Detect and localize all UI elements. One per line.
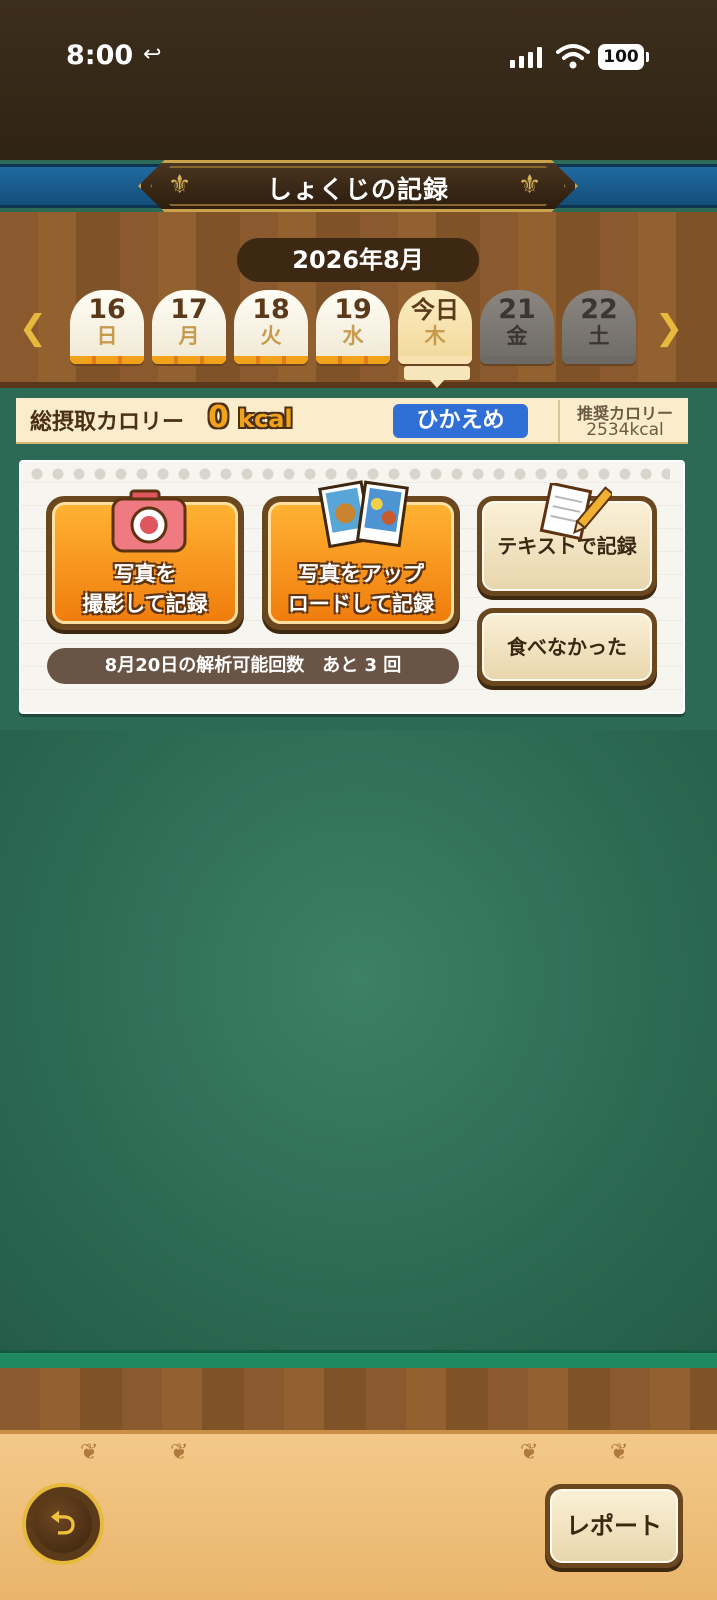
calorie-label: 総摂取カロリー [30, 410, 185, 435]
day-weekday: 木 [424, 324, 446, 348]
meal-progress-bar [398, 356, 472, 364]
photo-upload-icon [318, 480, 409, 549]
day-weekday: 土 [588, 324, 610, 348]
day-tab-today[interactable]: 今日 木 [398, 290, 472, 364]
report-button[interactable]: レポート [545, 1484, 683, 1568]
chevron-right-icon[interactable]: ❯ [650, 306, 688, 352]
day-tab-19[interactable]: 19 水 [316, 290, 390, 364]
return-icon: ⮌ [34, 1495, 92, 1553]
meal-log-board [0, 730, 717, 1350]
status-bar [0, 0, 717, 160]
back-arrow-icon: ↩ [143, 42, 162, 67]
text-record-button[interactable]: テキストで記録 [477, 483, 657, 596]
take-photo-label-1: 写真を [113, 562, 177, 586]
day-weekday: 日 [96, 324, 118, 348]
divider [558, 400, 560, 442]
battery-icon: 100 [598, 44, 649, 70]
wifi-icon [556, 44, 590, 69]
memo-pencil-icon [539, 483, 612, 541]
day-weekday: 水 [342, 324, 364, 348]
remaining-analysis-count: 8月20日の解析可能回数 あと 3 回 [47, 648, 459, 684]
take-photo-button[interactable]: 写真を 撮影して記録 [46, 489, 244, 630]
upload-photo-button[interactable]: 写真をアップ ロードして記録 [262, 480, 460, 630]
day-number: 22 [580, 294, 618, 325]
report-label: レポート [566, 1512, 662, 1540]
day-tab-22: 22 土 [562, 290, 636, 364]
day-number: 21 [498, 294, 536, 325]
recommended-calorie-value: 2534kcal [586, 420, 664, 440]
status-time: 8:00 [66, 40, 134, 71]
meal-progress-bar [480, 356, 554, 364]
ornament-icon: ❦ [520, 1440, 539, 1465]
day-number: 16 [88, 294, 126, 325]
upload-photo-label-1: 写真をアップ [298, 562, 424, 586]
day-weekday: 金 [506, 324, 528, 348]
not-eaten-label: 食べなかった [507, 635, 627, 659]
day-tab-16[interactable]: 16 日 [70, 290, 144, 364]
calorie-status-badge: ひかえめ [393, 404, 528, 438]
day-tab-18[interactable]: 18 火 [234, 290, 308, 364]
day-weekday: 月 [178, 324, 200, 348]
ornament-icon: ❦ [170, 1440, 189, 1465]
page-title: しょくじの記録 [266, 175, 449, 204]
day-tab-17[interactable]: 17 月 [152, 290, 226, 364]
day-tab-21: 21 金 [480, 290, 554, 364]
return-button[interactable]: ⮌ [22, 1483, 104, 1565]
take-photo-label-2: 撮影して記録 [82, 592, 208, 616]
meal-progress-bar [316, 356, 390, 364]
calorie-unit: kcal [238, 405, 293, 433]
month-label: 2026年8月 [237, 238, 479, 282]
day-number: 今日 [411, 296, 459, 324]
camera-icon [111, 489, 187, 553]
selected-day-pointer [404, 366, 470, 388]
footer-wood [0, 1368, 717, 1430]
chevron-left-icon[interactable]: ❮ [14, 306, 52, 352]
day-number: 19 [334, 294, 372, 325]
meal-progress-bar [562, 356, 636, 364]
day-number: 17 [170, 294, 208, 325]
meal-progress-bar [234, 356, 308, 364]
board-rail [0, 1350, 717, 1368]
upload-photo-label-2: ロードして記録 [287, 592, 435, 616]
day-weekday: 火 [260, 324, 282, 348]
signal-icon [510, 46, 542, 68]
meal-progress-bar [70, 356, 144, 364]
calorie-value: 0 [208, 400, 229, 435]
day-number: 18 [252, 294, 290, 325]
not-eaten-button[interactable]: 食べなかった [477, 608, 657, 686]
ornament-icon: ❦ [80, 1440, 99, 1465]
ornament-icon: ❦ [610, 1440, 629, 1465]
meal-progress-bar [152, 356, 226, 364]
